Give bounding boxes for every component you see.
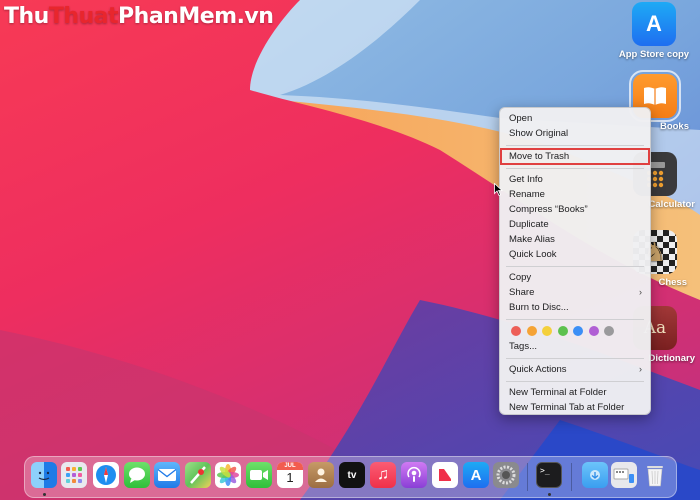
- menu-item-quick-actions-label: Quick Actions: [509, 364, 567, 375]
- menu-separator: [506, 318, 644, 320]
- menu-separator: [506, 167, 644, 169]
- maps-icon[interactable]: [185, 462, 211, 488]
- finder-icon[interactable]: [31, 462, 57, 488]
- messages-icon[interactable]: [124, 462, 150, 488]
- facetime-icon[interactable]: [246, 462, 272, 488]
- menu-item-new-terminal-tab-at-folder[interactable]: New Terminal Tab at Folder: [500, 400, 650, 415]
- photos-icon[interactable]: [215, 462, 241, 488]
- menu-item-tags[interactable]: Tags...: [500, 339, 650, 354]
- menu-item-quick-actions[interactable]: Quick Actions ›: [500, 362, 650, 377]
- submenu-arrow-icon: ›: [639, 364, 642, 374]
- mouse-pointer-icon: [494, 183, 503, 196]
- app-store-icon[interactable]: A: [463, 462, 489, 488]
- tag-color-row: [500, 323, 650, 339]
- dock-separator: [571, 463, 572, 491]
- menu-item-quick-look[interactable]: Quick Look: [500, 247, 650, 262]
- downloads-folder-icon[interactable]: [582, 462, 608, 488]
- tag-yellow[interactable]: [542, 326, 552, 336]
- menu-item-duplicate[interactable]: Duplicate: [500, 217, 650, 232]
- dock: JUL 1 tv ♫ A >_: [24, 456, 677, 498]
- menu-item-share-label: Share: [509, 287, 535, 298]
- menu-item-open[interactable]: Open: [500, 111, 650, 126]
- podcasts-icon[interactable]: [401, 462, 427, 488]
- menu-separator: [506, 357, 644, 359]
- system-preferences-icon[interactable]: [493, 462, 519, 488]
- safari-icon[interactable]: [93, 462, 119, 488]
- contacts-icon[interactable]: [308, 462, 334, 488]
- terminal-running-dot: [548, 493, 551, 496]
- dock-separator: [527, 463, 528, 491]
- menu-item-burn-to-disc[interactable]: Burn to Disc...: [500, 300, 650, 315]
- watermark-logo: ThuThuatPhanMem.vn: [4, 4, 274, 29]
- context-menu: Open Show Original Move to Trash Get Inf…: [499, 107, 651, 415]
- menu-item-get-info[interactable]: Get Info: [500, 172, 650, 187]
- menu-item-make-alias[interactable]: Make Alias: [500, 232, 650, 247]
- calendar-icon[interactable]: JUL 1: [277, 462, 303, 488]
- menu-item-copy[interactable]: Copy: [500, 270, 650, 285]
- tag-gray[interactable]: [604, 326, 614, 336]
- menu-item-show-original[interactable]: Show Original: [500, 126, 650, 141]
- menu-item-rename[interactable]: Rename: [500, 187, 650, 202]
- document-stack-icon[interactable]: [611, 462, 637, 488]
- music-icon[interactable]: ♫: [370, 462, 396, 488]
- trash-icon[interactable]: [642, 462, 668, 488]
- menu-item-new-terminal-at-folder[interactable]: New Terminal at Folder: [500, 385, 650, 400]
- mail-icon[interactable]: [154, 462, 180, 488]
- submenu-arrow-icon: ›: [639, 287, 642, 297]
- tag-orange[interactable]: [526, 326, 537, 336]
- menu-item-share[interactable]: Share ›: [500, 285, 650, 300]
- news-icon[interactable]: [432, 462, 458, 488]
- menu-separator: [506, 144, 644, 146]
- terminal-icon[interactable]: >_: [536, 462, 562, 488]
- menu-separator: [506, 380, 644, 382]
- launchpad-icon[interactable]: [61, 462, 87, 488]
- tag-green[interactable]: [557, 326, 568, 336]
- tag-purple[interactable]: [588, 326, 599, 336]
- menu-separator: [506, 265, 644, 267]
- apple-tv-icon[interactable]: tv: [339, 462, 365, 488]
- desktop-icon-app-store-copy[interactable]: A App Store copy: [614, 2, 694, 60]
- menu-item-compress[interactable]: Compress “Books”: [500, 202, 650, 217]
- app-store-icon: A: [632, 2, 676, 46]
- menu-item-move-to-trash[interactable]: Move to Trash: [500, 148, 650, 165]
- tag-red[interactable]: [511, 326, 521, 336]
- tag-blue[interactable]: [573, 326, 583, 336]
- finder-running-dot: [43, 493, 46, 496]
